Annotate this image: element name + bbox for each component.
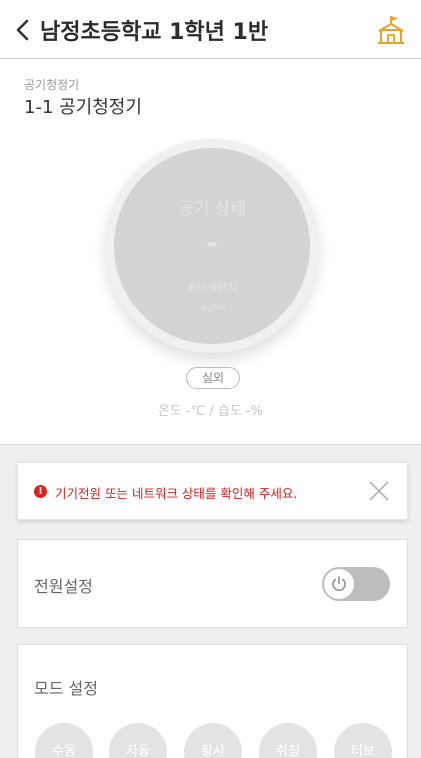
device-panel: 공기청정기 1-1 공기청정기 공기 상태 - 초미세먼지 -μg/㎥ 실외 온… [0,60,421,444]
pm25-value: -μg/㎥ [198,303,226,313]
temp-humidity-readout: 온도 -℃ / 습도 -% [157,404,264,419]
mode-setting-label: 모드 설정 [34,679,98,698]
page-title: 남정초등학교 1학년 1반 [40,20,269,45]
mode-setting-card: 모드 설정 수동 자동 황사 취침 터보 [17,644,408,758]
outdoor-toggle-pill[interactable]: 실외 [186,367,240,389]
chevron-left-icon[interactable] [10,15,36,45]
toggle-knob [324,569,354,599]
close-icon[interactable] [367,479,391,503]
air-status-circle: 공기 상태 - 초미세먼지 -μg/㎥ [114,148,310,344]
power-toggle[interactable] [322,567,390,601]
air-status-label: 공기 상태 [178,199,246,219]
app-header: 남정초등학교 1학년 1반 [0,0,421,59]
mode-manual-button[interactable]: 수동 [35,723,93,758]
mode-auto-button[interactable]: 자동 [109,723,167,758]
mode-sleep-button[interactable]: 취침 [259,723,317,758]
power-setting-card: 전원설정 [17,539,408,628]
pm25-label: 초미세먼지 [186,281,238,294]
mode-yellowdust-button[interactable]: 황사 [184,723,242,758]
device-category: 공기청정기 [24,78,80,92]
school-icon[interactable] [375,14,407,46]
power-setting-label: 전원설정 [34,577,93,596]
air-status-dial: 공기 상태 - 초미세먼지 -μg/㎥ [105,139,319,353]
mode-turbo-button[interactable]: 터보 [334,723,392,758]
alert-icon: ! [34,485,47,498]
alert-message: 기기전원 또는 네트워크 상태를 확인해 주세요. [55,486,298,501]
device-name: 1-1 공기청정기 [24,97,142,118]
air-status-value: - [205,226,219,261]
device-alert-banner: ! 기기전원 또는 네트워크 상태를 확인해 주세요. [17,462,408,520]
power-icon [332,576,346,592]
